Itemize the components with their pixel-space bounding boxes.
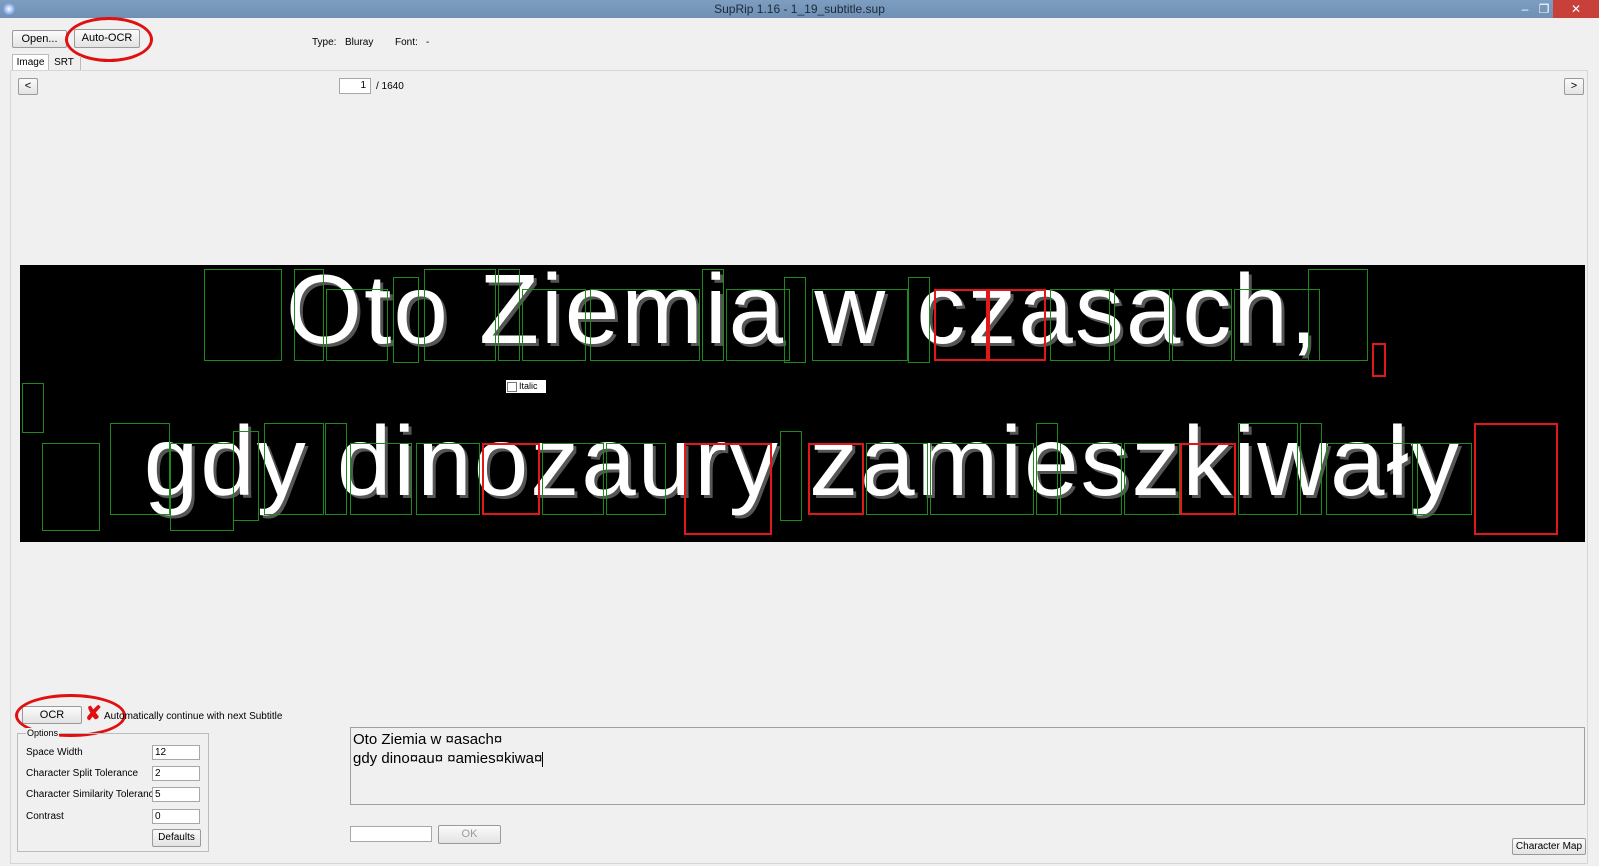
contrast-input[interactable]: 0 [152, 809, 200, 824]
char-box-unknown [482, 443, 540, 515]
split-tolerance-label: Character Split Tolerance [26, 768, 139, 779]
char-box [170, 443, 234, 531]
char-box [1238, 423, 1298, 515]
tab-srt-label: SRT [54, 57, 74, 68]
char-box [866, 443, 928, 515]
tab-image-label: Image [16, 57, 45, 68]
char-box [780, 431, 802, 521]
char-box [1172, 289, 1232, 361]
char-box [110, 423, 170, 515]
font-label: Font: [395, 37, 418, 48]
app-icon [3, 3, 15, 15]
char-box [294, 269, 324, 361]
char-box [264, 423, 324, 515]
char-box [325, 423, 347, 515]
char-box [1308, 269, 1368, 361]
char-box [22, 383, 44, 433]
options-group-label: Options [26, 728, 60, 738]
auto-continue-label: Automatically continue with next Subtitl… [104, 711, 283, 722]
char-box [393, 277, 419, 363]
char-box-unknown [1372, 343, 1386, 377]
char-box [424, 269, 496, 361]
char-box [590, 289, 700, 361]
options-group: Options Space Width 12 Character Split T… [17, 728, 209, 852]
char-box [233, 431, 259, 521]
subtitle-image: Oto Ziemia w czasach, gdy dinozaury zami… [20, 254, 1585, 542]
char-box-unknown [1180, 443, 1236, 515]
char-box [498, 269, 520, 361]
ocr-result-textarea[interactable]: Oto Ziemia w ¤asach¤ gdy dino¤au¤ ¤amies… [350, 727, 1585, 805]
italic-checkbox-box[interactable] [507, 381, 517, 392]
tab-srt[interactable]: SRT [48, 56, 81, 70]
split-tolerance-input[interactable]: 2 [152, 766, 200, 781]
next-button[interactable]: > [1564, 78, 1584, 95]
font-value: - [426, 37, 430, 48]
minimize-icon[interactable]: – [1515, 0, 1535, 18]
char-box [1300, 423, 1322, 515]
char-box [702, 269, 724, 361]
page-number-input[interactable]: 1 [339, 78, 371, 94]
char-box [1326, 443, 1418, 515]
italic-label: Italic [519, 381, 538, 391]
ocr-result-line-2: gdy dino¤au¤ ¤amies¤kiwa¤ [353, 749, 1582, 768]
char-box [42, 443, 100, 531]
char-box [784, 277, 806, 363]
char-box [1124, 443, 1180, 515]
page-total: / 1640 [376, 81, 404, 92]
title-bar: SupRip 1.16 - 1_19_subtitle.sup [0, 0, 1599, 18]
char-box-unknown [934, 289, 990, 361]
prev-button[interactable]: < [18, 78, 38, 95]
ocr-result-line-2-text: gdy dino¤au¤ ¤amies¤kiwa¤ [353, 750, 543, 767]
close-icon[interactable]: ✕ [1553, 0, 1599, 18]
char-box-unknown [808, 443, 864, 515]
contrast-label: Contrast [26, 811, 64, 822]
char-box [726, 289, 790, 361]
ok-button[interactable]: OK [438, 825, 501, 844]
unchecked-x-icon[interactable]: ✘ [85, 704, 102, 724]
char-box-unknown [684, 443, 772, 535]
char-box [606, 443, 666, 515]
character-map-button[interactable]: Character Map [1512, 838, 1586, 855]
similarity-tolerance-input[interactable]: 5 [152, 787, 200, 802]
ocr-result-line-1: Oto Ziemia w ¤asach¤ [353, 731, 503, 748]
italic-checkbox[interactable]: Italic [506, 380, 546, 393]
char-box [1060, 443, 1122, 515]
restore-icon[interactable]: ❐ [1535, 0, 1553, 18]
char-box [812, 289, 908, 361]
type-label: Type: [312, 37, 337, 48]
character-input[interactable] [350, 826, 432, 842]
defaults-button[interactable]: Defaults [152, 829, 201, 847]
char-box [416, 443, 480, 515]
text-caret [542, 751, 544, 767]
char-box [522, 289, 586, 361]
char-box [930, 443, 1034, 515]
char-box [204, 269, 282, 361]
char-box [1050, 289, 1110, 361]
similarity-tolerance-label: Character Similarity Tolerance [26, 789, 160, 800]
char-box-unknown [1474, 423, 1558, 535]
char-box [1114, 289, 1170, 361]
space-width-input[interactable]: 12 [152, 745, 200, 760]
char-box [1412, 443, 1472, 515]
char-box-unknown [986, 289, 1046, 361]
char-box [326, 289, 388, 361]
char-box [542, 443, 604, 515]
space-width-label: Space Width [26, 747, 83, 758]
tab-image[interactable]: Image [12, 54, 49, 71]
char-box [908, 277, 930, 363]
char-box [350, 443, 412, 515]
type-value: Bluray [345, 37, 374, 48]
window-title: SupRip 1.16 - 1_19_subtitle.sup [714, 2, 885, 16]
char-box [1036, 423, 1058, 515]
open-button[interactable]: Open... [12, 30, 67, 48]
